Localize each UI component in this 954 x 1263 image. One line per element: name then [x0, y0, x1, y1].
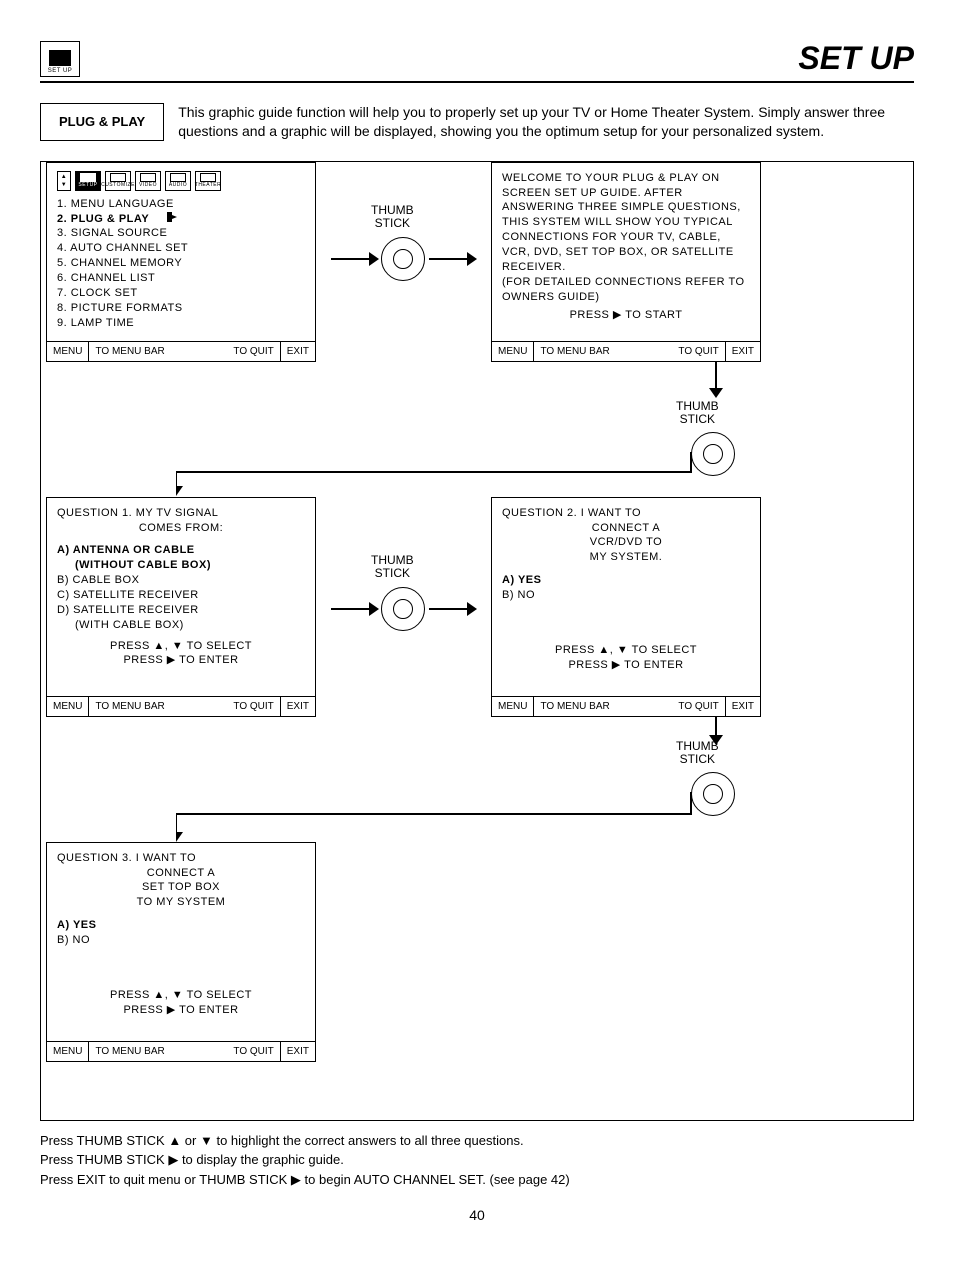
thumb-stick-label: THUMB STICK [676, 740, 719, 766]
press-enter: PRESS ▶ TO ENTER [502, 658, 750, 673]
press-start: PRESS ▶ TO START [502, 308, 750, 323]
tab-audio: AUDIO [165, 171, 191, 191]
intro-text: This graphic guide function will help yo… [178, 103, 914, 141]
menu-item: 5. CHANNEL MEMORY [57, 256, 305, 271]
menu-item: 4. AUTO CHANNEL SET [57, 241, 305, 256]
menu-item: 7. CLOCK SET [57, 286, 305, 301]
header-bar: SET UP SET UP [40, 40, 914, 83]
q3-heading3: SET TOP BOX [57, 880, 305, 895]
page-title: SET UP [798, 40, 914, 77]
q1-opt-d: D) SATELLITE RECEIVER [57, 603, 305, 618]
panel-footer: MENU TO MENU BAR TO QUIT EXIT [47, 1041, 315, 1061]
q3-heading: QUESTION 3. I WANT TO [57, 851, 305, 866]
panel-menu: ▲▼ SETUP CUSTOMIZE VIDEO AUDIO THEATER 1… [46, 162, 316, 362]
panel-q3: QUESTION 3. I WANT TO CONNECT A SET TOP … [46, 842, 316, 1062]
arrow-down-icon [701, 362, 731, 398]
press-enter: PRESS ▶ TO ENTER [57, 653, 305, 668]
q1-opt-d2: (WITH CABLE BOX) [57, 618, 305, 633]
menu-item-selected: 2. PLUG & PLAY [57, 212, 305, 227]
q2-heading3: VCR/DVD TO [502, 535, 750, 550]
q1-opt-c: C) SATELLITE RECEIVER [57, 588, 305, 603]
q2-opt-b: B) NO [502, 588, 750, 603]
welcome-note: (FOR DETAILED CONNECTIONS REFER TO OWNER… [502, 275, 750, 305]
menu-item: 1. MENU LANGUAGE [57, 197, 305, 212]
panel-footer: MENU TO MENU BAR TO QUIT EXIT [492, 696, 760, 716]
q3-opt-a: A) YES [57, 918, 305, 933]
connector-line [176, 792, 736, 842]
menu-item: 6. CHANNEL LIST [57, 271, 305, 286]
thumbstick-icon [381, 587, 425, 631]
q2-heading: QUESTION 2. I WANT TO [502, 506, 750, 521]
footnote-2: Press THUMB STICK ▶ to display the graph… [40, 1150, 914, 1170]
page-number: 40 [40, 1207, 914, 1223]
thumbstick-icon [381, 237, 425, 281]
welcome-text: WELCOME TO YOUR PLUG & PLAY ON SCREEN SE… [502, 171, 750, 275]
press-enter: PRESS ▶ TO ENTER [57, 1003, 305, 1018]
q3-opt-b: B) NO [57, 933, 305, 948]
menu-tab-icons: ▲▼ SETUP CUSTOMIZE VIDEO AUDIO THEATER [57, 171, 305, 191]
press-select: PRESS ▲, ▼ TO SELECT [502, 643, 750, 658]
panel-q2: QUESTION 2. I WANT TO CONNECT A VCR/DVD … [491, 497, 761, 717]
tab-video: VIDEO [135, 171, 161, 191]
panel-footer: MENU TO MENU BAR TO QUIT EXIT [47, 341, 315, 361]
footnote-1: Press THUMB STICK ▲ or ▼ to highlight th… [40, 1131, 914, 1151]
q1-heading2: COMES FROM: [57, 521, 305, 536]
arrow-right-icon [167, 212, 177, 222]
tab-customize: CUSTOMIZE [105, 171, 131, 191]
menu-item: 3. SIGNAL SOURCE [57, 226, 305, 241]
menu-item: 8. PICTURE FORMATS [57, 301, 305, 316]
panel-q1: QUESTION 1. MY TV SIGNAL COMES FROM: A) … [46, 497, 316, 717]
setup-tv-icon: SET UP [40, 41, 80, 77]
arrow-right-icon [331, 244, 379, 274]
thumb-stick-label: THUMB STICK [371, 554, 414, 580]
press-select: PRESS ▲, ▼ TO SELECT [57, 988, 305, 1003]
tab-setup: SETUP [75, 171, 101, 191]
press-select: PRESS ▲, ▼ TO SELECT [57, 639, 305, 654]
q2-heading4: MY SYSTEM. [502, 550, 750, 565]
q3-heading4: TO MY SYSTEM [57, 895, 305, 910]
intro-row: PLUG & PLAY This graphic guide function … [40, 103, 914, 141]
q1-opt-a2: (WITHOUT CABLE BOX) [57, 558, 305, 573]
q3-heading2: CONNECT A [57, 866, 305, 881]
footnote-3: Press EXIT to quit menu or THUMB STICK ▶… [40, 1170, 914, 1190]
panel-welcome: WELCOME TO YOUR PLUG & PLAY ON SCREEN SE… [491, 162, 761, 362]
updown-icon: ▲▼ [57, 171, 71, 191]
arrow-right-icon [331, 594, 379, 624]
section-label: PLUG & PLAY [40, 103, 164, 141]
q2-opt-a: A) YES [502, 573, 750, 588]
q2-heading2: CONNECT A [502, 521, 750, 536]
menu-item: 9. LAMP TIME [57, 316, 305, 331]
connector-line [176, 452, 736, 496]
arrow-right-icon [429, 244, 477, 274]
tab-theater: THEATER [195, 171, 221, 191]
arrow-right-icon [429, 594, 477, 624]
q1-opt-b: B) CABLE BOX [57, 573, 305, 588]
q1-opt-a: A) ANTENNA OR CABLE [57, 543, 305, 558]
q1-heading: QUESTION 1. MY TV SIGNAL [57, 506, 305, 521]
thumb-stick-label: THUMB STICK [676, 400, 719, 426]
thumb-stick-label: THUMB STICK [371, 204, 414, 230]
footnotes: Press THUMB STICK ▲ or ▼ to highlight th… [40, 1131, 914, 1190]
panel-footer: MENU TO MENU BAR TO QUIT EXIT [47, 696, 315, 716]
panel-footer: MENU TO MENU BAR TO QUIT EXIT [492, 341, 760, 361]
flow-diagram: ▲▼ SETUP CUSTOMIZE VIDEO AUDIO THEATER 1… [40, 161, 914, 1121]
